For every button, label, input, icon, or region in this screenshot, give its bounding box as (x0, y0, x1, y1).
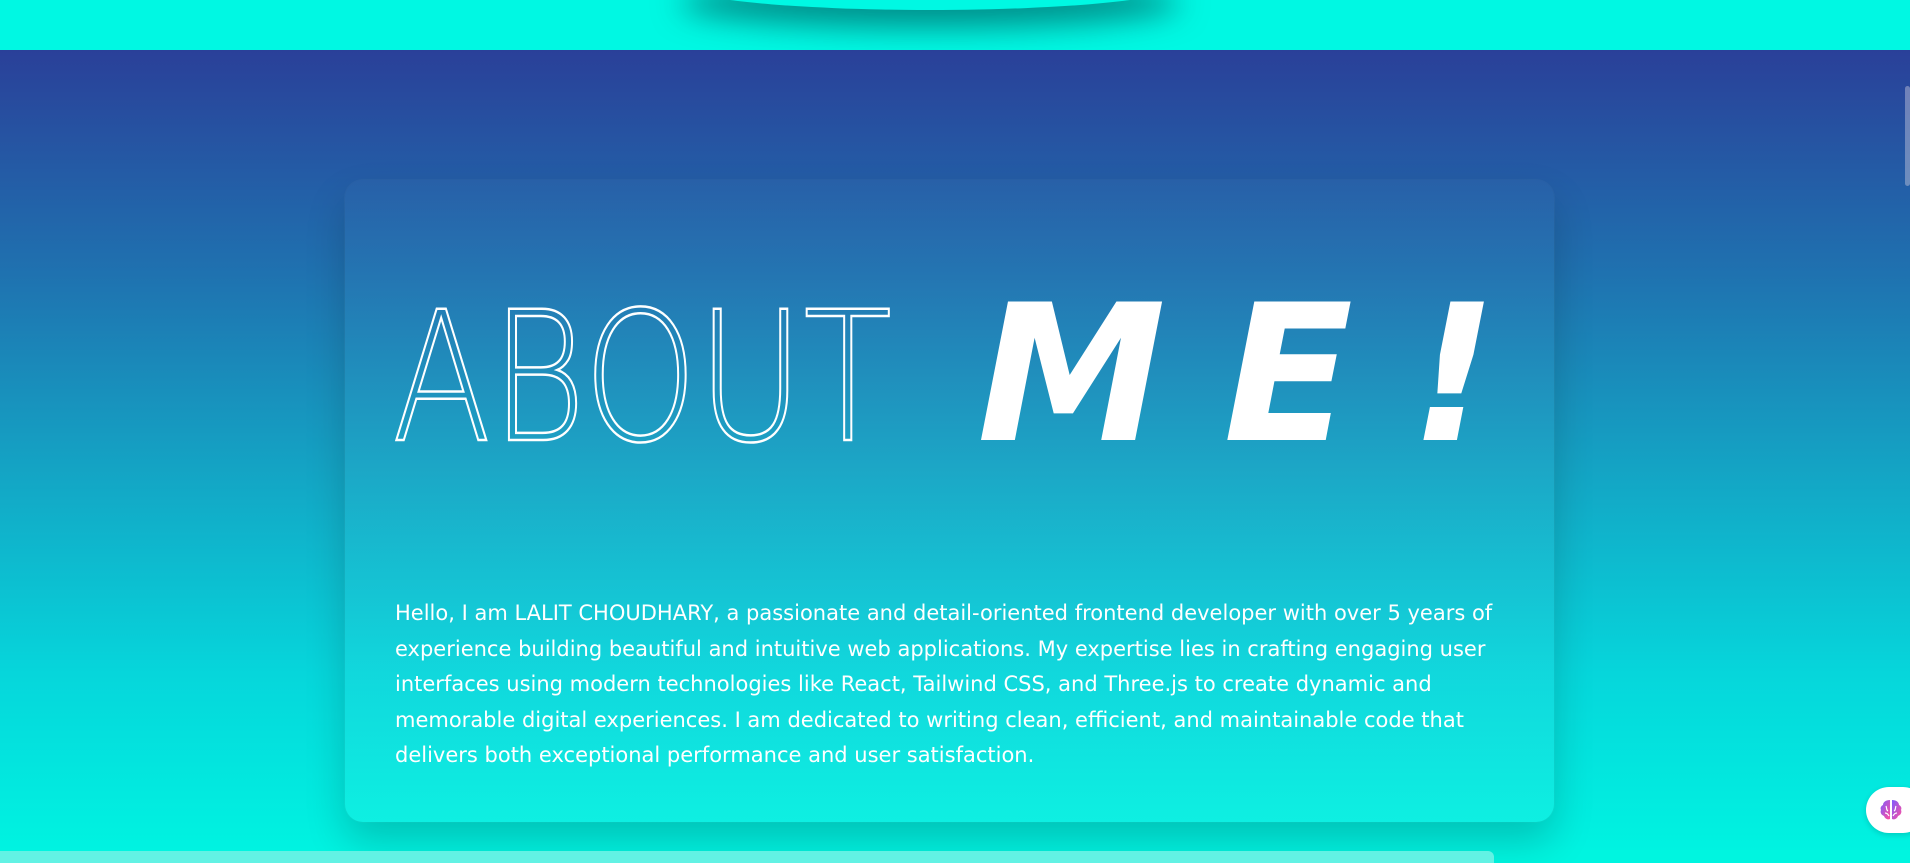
page: ABOUT ME! Hello, I am LALIT CHOUDHARY, a… (0, 0, 1910, 863)
assistant-widget-button[interactable] (1866, 787, 1910, 833)
brain-icon (1880, 800, 1902, 820)
about-title-light: ABOUT (392, 274, 892, 455)
about-description: Hello, I am LALIT CHOUDHARY, a passionat… (395, 601, 1493, 767)
about-title: ABOUT ME! (392, 264, 1497, 455)
horizontal-scroll-bar[interactable] (0, 851, 1494, 863)
about-title-bold: ME! (977, 264, 1497, 455)
vertical-scrollbar-thumb[interactable] (1905, 86, 1910, 186)
